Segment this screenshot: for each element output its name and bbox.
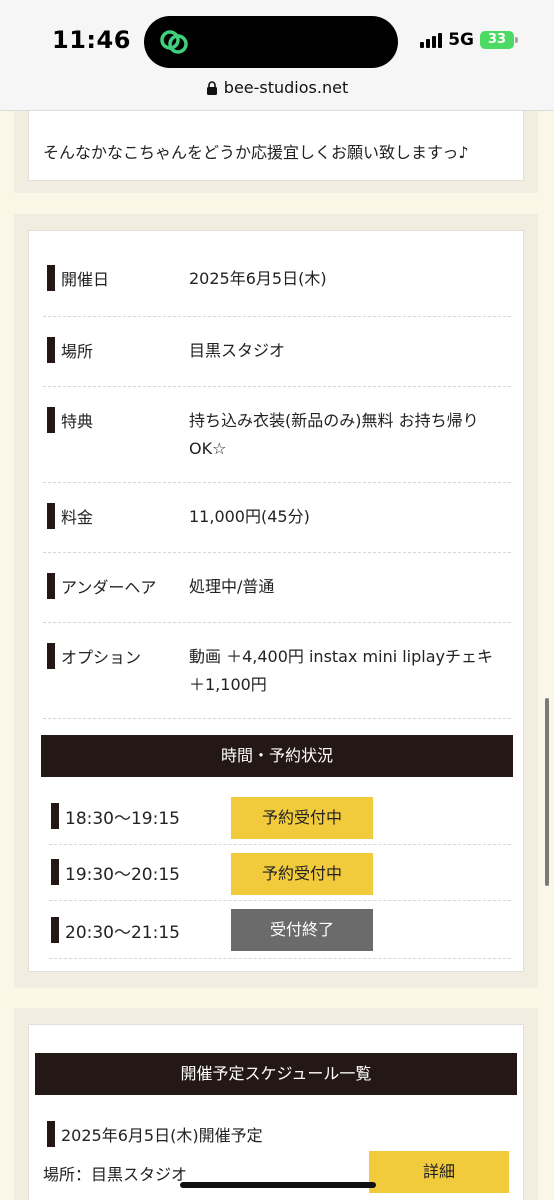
detail-value: 処理中/普通 — [189, 577, 275, 596]
url-bar[interactable]: bee-studios.net — [0, 76, 554, 111]
url-domain: bee-studios.net — [223, 78, 349, 97]
detail-button[interactable]: 詳細 — [369, 1151, 509, 1193]
intro-panel: そんなかなこちゃんをどうか応援宜しくお願い致しますっ♪ — [14, 111, 538, 193]
app-link-icon — [160, 30, 188, 54]
detail-label: 開催日 — [61, 270, 110, 289]
status-right: 5G 33 — [420, 30, 518, 50]
intro-card: そんなかなこちゃんをどうか応援宜しくお願い致しますっ♪ — [28, 111, 524, 181]
schedule-panel: 開催予定スケジュール一覧 2025年6月5日(木)開催予定 場所：目黒スタジオ … — [14, 1008, 538, 1200]
detail-row-option: オプション 動画 ＋4,400円 instax mini liplayチェキ ＋… — [43, 623, 511, 719]
detail-row-bonus: 特典 持ち込み衣装(新品のみ)無料 お持ち帰りOK☆ — [43, 387, 511, 483]
slot-time: 19:30〜20:15 — [65, 864, 180, 885]
status-bar: 11:46 5G 33 — [0, 0, 554, 76]
detail-label: 料金 — [61, 508, 94, 527]
reserve-button[interactable]: 予約受付中 — [231, 853, 373, 895]
detail-row-place: 場所 目黒スタジオ — [43, 317, 511, 387]
status-time: 11:46 — [52, 26, 131, 54]
detail-label: 場所 — [61, 342, 94, 361]
detail-row-price: 料金 11,000円(45分) — [43, 483, 511, 553]
detail-value: 持ち込み衣装(新品のみ)無料 お持ち帰りOK☆ — [189, 411, 479, 458]
detail-row-date: 開催日 2025年6月5日(木) — [43, 231, 511, 317]
slot-time: 20:30〜21:15 — [65, 922, 180, 943]
schedule-entry-date[interactable]: 2025年6月5日(木)開催予定 — [47, 1121, 263, 1147]
dynamic-island — [144, 16, 398, 68]
detail-label: 特典 — [61, 412, 94, 431]
network-type: 5G — [448, 30, 474, 50]
detail-value: 2025年6月5日(木) — [189, 269, 327, 288]
lock-icon — [206, 80, 217, 95]
detail-value: 目黒スタジオ — [189, 341, 286, 360]
scrollbar[interactable] — [545, 698, 549, 886]
closed-status-button: 受付終了 — [231, 909, 373, 951]
detail-label: オプション — [61, 648, 142, 667]
schedule-entry-place: 場所：目黒スタジオ — [43, 1165, 188, 1184]
detail-card: 開催日 2025年6月5日(木) 場所 目黒スタジオ 特典 持ち込み衣装(新品の… — [28, 230, 524, 972]
reservation-header: 時間・予約状況 — [41, 735, 513, 777]
schedule-card: 開催予定スケジュール一覧 2025年6月5日(木)開催予定 場所：目黒スタジオ … — [28, 1024, 524, 1200]
reservation-slot: 19:30〜20:15 予約受付中 — [49, 845, 511, 901]
detail-row-underhair: アンダーヘア 処理中/普通 — [43, 553, 511, 623]
detail-value: 11,000円(45分) — [189, 507, 310, 526]
slot-time: 18:30〜19:15 — [65, 808, 180, 829]
battery-level: 33 — [487, 32, 507, 47]
detail-value: 動画 ＋4,400円 instax mini liplayチェキ ＋1,100円 — [189, 647, 494, 694]
detail-panel: 開催日 2025年6月5日(木) 場所 目黒スタジオ 特典 持ち込み衣装(新品の… — [14, 214, 538, 988]
reserve-button[interactable]: 予約受付中 — [231, 797, 373, 839]
battery-icon: 33 — [480, 31, 518, 49]
intro-text: そんなかなこちゃんをどうか応援宜しくお願い致しますっ♪ — [43, 143, 469, 162]
reservation-slot: 20:30〜21:15 受付終了 — [49, 901, 511, 959]
reservation-slot: 18:30〜19:15 予約受付中 — [49, 789, 511, 845]
signal-icon — [420, 32, 443, 48]
schedule-header: 開催予定スケジュール一覧 — [35, 1053, 517, 1095]
detail-label: アンダーヘア — [61, 578, 157, 597]
home-indicator[interactable] — [180, 1182, 376, 1188]
